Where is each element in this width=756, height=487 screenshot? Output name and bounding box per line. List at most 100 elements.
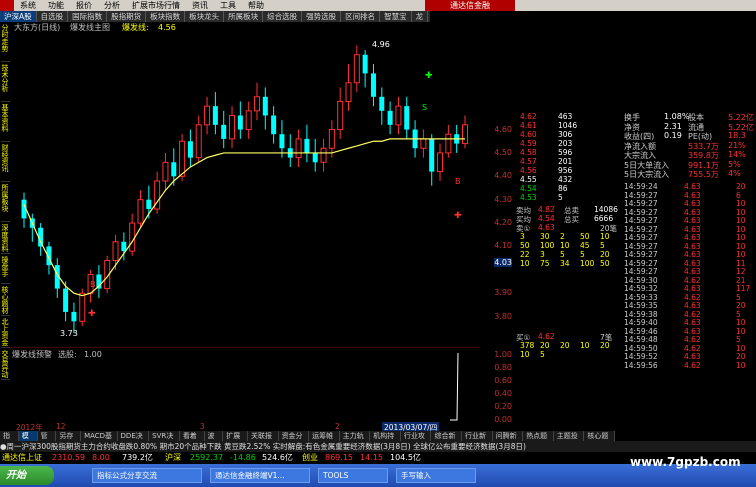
buy-arrow-icon: ✚ bbox=[88, 309, 96, 319]
candle-body bbox=[462, 124, 468, 145]
bottom-tab[interactable]: 扩展区 bbox=[223, 431, 248, 450]
bottom-tab[interactable]: 行业攻略 bbox=[401, 431, 432, 450]
candlestick-chart[interactable]: 大东方(日线) 爆发线主图 爆发线: 4.56 4.96 3.73 B B S … bbox=[10, 22, 480, 347]
trade-row: 14:59:27 4.63 10 bbox=[624, 216, 746, 225]
bottom-tab[interactable]: SVR决策 bbox=[149, 431, 180, 450]
candle-body bbox=[345, 82, 352, 102]
candle-body bbox=[304, 138, 310, 153]
menu-extended-market[interactable]: 扩展市场行情 bbox=[126, 0, 186, 11]
index2-value: 2592.37 bbox=[190, 453, 224, 462]
tab-strong-pick[interactable]: 强势选股 bbox=[302, 11, 342, 22]
bottom-tab[interactable]: 主力轨迹 bbox=[340, 431, 371, 450]
stock-info-panel: 换手 1.08% 股本 5.22亿 净资 2.31 流通 5.22亿 收益(四) 0.19 PE(动… bbox=[621, 108, 756, 468]
index1-name[interactable]: 通达信上证 bbox=[2, 452, 42, 464]
trade-row: 14:59:32 4.63 117 bbox=[624, 284, 751, 293]
start-button[interactable]: 开始 bbox=[0, 466, 54, 485]
brand-label: 通达信金融 bbox=[425, 0, 515, 11]
trade-row: 14:59:56 4.62 10 bbox=[624, 360, 746, 370]
orderbook-row: 4.55 432 bbox=[520, 175, 573, 184]
orderbook-row: 买均 4.54 总买 6666 bbox=[516, 214, 614, 224]
tab-range-rank[interactable]: 区间排名 bbox=[341, 11, 381, 22]
orderbook-row: 10 75 34 100 50 bbox=[520, 259, 610, 268]
bottom-tab[interactable]: 综合新闻 bbox=[431, 431, 463, 450]
trade-row: 14:59:35 4.63 20 bbox=[624, 301, 746, 310]
bottom-tab[interactable]: 运筹帷幄 bbox=[309, 431, 340, 450]
side-tab-technical[interactable]: 技术分析 bbox=[1, 64, 10, 102]
index3-name[interactable]: 创业 bbox=[302, 452, 318, 464]
tab-dragon[interactable]: 龙 bbox=[412, 11, 429, 22]
indicator-panel[interactable]: 爆发线预警 选股: 1.00 bbox=[10, 347, 480, 422]
tab-shenzhen-a[interactable]: 沪深A股 bbox=[0, 11, 37, 22]
menu-tools[interactable]: 工具 bbox=[214, 0, 242, 11]
side-tab-north-fund[interactable]: 北上资金 bbox=[1, 318, 10, 348]
bottom-tab[interactable]: 波段 bbox=[205, 431, 224, 450]
side-tab-deep-data[interactable]: 深度资料 bbox=[1, 224, 10, 254]
tab-composite-pick[interactable]: 综合选股 bbox=[263, 11, 303, 22]
price-tick: 3.80 bbox=[494, 311, 512, 321]
task-formula-share[interactable]: 指标公式分享交流 bbox=[92, 468, 202, 483]
price-tick: 4.20 bbox=[494, 218, 512, 228]
bottom-tab[interactable]: 热点题材 bbox=[523, 431, 554, 450]
bottom-tab[interactable]: 核心题材 bbox=[584, 431, 615, 450]
menu-news[interactable]: 资讯 bbox=[186, 0, 214, 11]
bottom-tab[interactable]: 看着乌 bbox=[180, 431, 205, 450]
menu-help[interactable]: 帮助 bbox=[242, 0, 270, 11]
tab-sector-index[interactable]: 板块指数 bbox=[146, 11, 186, 22]
bottom-tab[interactable]: 管理 bbox=[38, 431, 57, 450]
news-ticker[interactable]: ●周一沪深300股指期货主力合约收盘跌0.80% 期市20个品种下跌 黄豆跌2.… bbox=[0, 441, 756, 452]
watermark: www.7gpzb.com bbox=[630, 455, 741, 469]
tab-smart-bao[interactable]: 智慧宝 bbox=[380, 11, 412, 22]
indicator-signal-line bbox=[450, 352, 459, 421]
candle-body bbox=[112, 241, 119, 261]
tab-belonging-sector[interactable]: 所属板块 bbox=[224, 11, 264, 22]
tab-intl-index[interactable]: 国际指数 bbox=[68, 11, 108, 22]
index1-amount: 739.2亿 bbox=[122, 453, 153, 462]
app-logo-icon bbox=[0, 0, 14, 11]
menu-function[interactable]: 功能 bbox=[42, 0, 70, 11]
candle-body bbox=[221, 124, 227, 139]
bottom-tab[interactable]: 机构持股 bbox=[370, 431, 401, 450]
index3-change: 14.15 bbox=[360, 453, 383, 462]
task-handwriting[interactable]: 手写输入 bbox=[396, 468, 476, 483]
price-tick: 3.90 bbox=[494, 288, 512, 298]
bottom-tab[interactable]: 另存为 bbox=[56, 431, 82, 450]
orderbook-row: 50 100 10 45 5 bbox=[520, 241, 605, 250]
orderbook-row: 卖均 4.82 总卖 14086 bbox=[516, 205, 618, 215]
bottom-tab[interactable]: 主题投资 bbox=[554, 431, 585, 450]
market-tabs: 沪深A股 自选股 国际指数 股指期货 板块指数 板块龙头 所属板块 综合选股 强… bbox=[0, 11, 430, 22]
tab-sector-leader[interactable]: 板块龙头 bbox=[185, 11, 225, 22]
task-tools[interactable]: TOOLS bbox=[318, 468, 388, 483]
trade-row: 14:59:24 4.63 20 bbox=[624, 182, 746, 191]
side-tab-core-theme[interactable]: 核心题材 bbox=[1, 286, 10, 316]
buy-marker: B bbox=[90, 280, 96, 289]
trade-row: 14:59:38 4.62 5 bbox=[624, 309, 741, 319]
candle-body bbox=[353, 54, 360, 84]
tab-watchlist[interactable]: 自选股 bbox=[37, 11, 69, 22]
bottom-tab[interactable]: 关联报价 bbox=[248, 431, 279, 450]
sell-arrow-icon: ✚ bbox=[425, 71, 433, 81]
side-tab-trade-abnormal[interactable]: 交易异动 bbox=[1, 350, 10, 380]
tab-futures[interactable]: 股指期货 bbox=[107, 11, 147, 22]
index2-name[interactable]: 沪深 bbox=[165, 452, 181, 464]
side-tab-sector[interactable]: 所属板块 bbox=[1, 184, 10, 222]
bottom-tab[interactable]: 指标 bbox=[0, 431, 19, 450]
bottom-tab[interactable]: 资金分析 bbox=[279, 431, 310, 450]
orderbook-row: 4.56 956 bbox=[520, 166, 573, 175]
bottom-tab[interactable]: 问腾新闻 bbox=[493, 431, 524, 450]
side-tab-finance-news[interactable]: 财经资讯 bbox=[1, 144, 10, 182]
candle-body bbox=[129, 222, 136, 252]
bottom-tab[interactable]: DDE决策 bbox=[118, 431, 150, 450]
bottom-tab[interactable]: MACD基本 bbox=[81, 431, 118, 450]
trade-row: 14:59:27 4.63 10 bbox=[624, 250, 746, 259]
menu-system[interactable]: 系统 bbox=[14, 0, 42, 11]
trade-row: 14:59:33 4.62 5 bbox=[624, 292, 741, 302]
bottom-tab[interactable]: 模板 bbox=[18, 431, 38, 450]
menu-analysis[interactable]: 分析 bbox=[98, 0, 126, 11]
side-tab-intraday[interactable]: 分时走势 bbox=[1, 24, 10, 62]
bottom-tab[interactable]: 行业新闻 bbox=[462, 431, 493, 450]
task-tdx-terminal[interactable]: 通达信金融终端V1... bbox=[210, 468, 310, 483]
index1-change: 8.00 bbox=[92, 453, 110, 462]
side-tab-trader[interactable]: 操盘手 bbox=[1, 256, 10, 284]
menu-quote[interactable]: 报价 bbox=[70, 0, 98, 11]
side-tab-basic-info[interactable]: 基本资料 bbox=[1, 104, 10, 142]
